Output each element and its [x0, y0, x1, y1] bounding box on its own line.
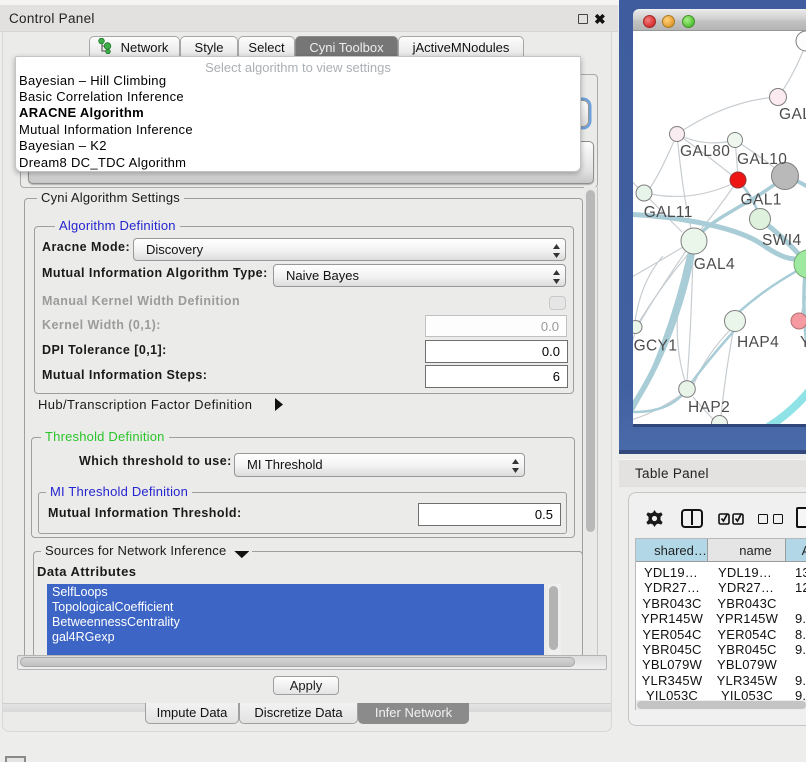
svg-text:GAL1: GAL1 [741, 192, 782, 209]
svg-text:GAL10: GAL10 [737, 151, 787, 168]
svg-text:GAL4: GAL4 [694, 256, 735, 273]
svg-text:HAP2: HAP2 [688, 399, 730, 416]
svg-text:GAL7: GAL7 [779, 106, 806, 123]
svg-text:GAL11: GAL11 [644, 204, 693, 221]
svg-text:GAL80: GAL80 [680, 143, 730, 160]
svg-text:SWI4: SWI4 [762, 232, 802, 249]
svg-text:GCY1: GCY1 [634, 338, 678, 355]
svg-text:HAP4: HAP4 [737, 334, 779, 351]
svg-text:Y: Y [800, 334, 806, 351]
